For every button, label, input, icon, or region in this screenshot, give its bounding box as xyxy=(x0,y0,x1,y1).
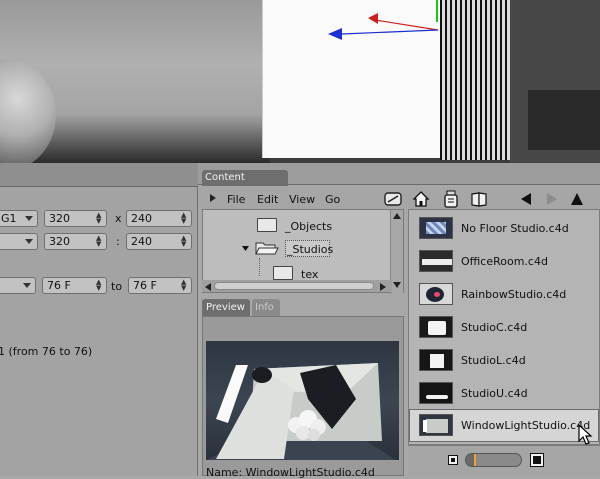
preset-library-icon[interactable] xyxy=(442,190,460,208)
stepper-icon[interactable]: ▲ ▼ xyxy=(96,279,103,292)
tab-content-browser[interactable]: Content Browser xyxy=(202,170,288,199)
width-value: 320 xyxy=(49,212,70,225)
list-item-window-light-studio[interactable]: WindowLightStudio.c4d xyxy=(409,409,599,442)
stepper-icon[interactable]: ▲ ▼ xyxy=(181,212,188,225)
resolution-preset-dropdown[interactable]: G1 xyxy=(0,210,38,227)
menu-edit[interactable]: Edit xyxy=(257,193,278,206)
ratio-separator: : xyxy=(116,235,120,248)
film-height-value: 240 xyxy=(131,235,152,248)
scroll-up-icon[interactable] xyxy=(393,213,401,219)
home-icon[interactable] xyxy=(412,190,430,208)
move-axis-gizmo-icon[interactable] xyxy=(320,8,450,48)
menu-view[interactable]: View xyxy=(289,193,315,206)
frames-summary: 1 (from 76 to 76) xyxy=(0,345,93,358)
file-label: RainbowStudio.c4d xyxy=(461,288,567,301)
file-thumbnail xyxy=(419,382,453,404)
scroll-down-icon[interactable] xyxy=(393,282,401,288)
chevron-down-icon[interactable] xyxy=(241,244,250,253)
scroll-right-icon[interactable] xyxy=(380,283,386,291)
preview-file-name: Name: WindowLightStudio.c4d xyxy=(206,466,375,479)
forward-arrow-icon[interactable] xyxy=(543,190,561,208)
width-field[interactable]: 320 ▲ ▼ xyxy=(44,210,107,227)
list-item-studio-c[interactable]: StudioC.c4d xyxy=(409,311,599,344)
units-dropdown[interactable] xyxy=(0,233,38,250)
list-item-studio-u[interactable]: StudioU.c4d xyxy=(409,377,599,410)
back-arrow-icon[interactable] xyxy=(517,190,535,208)
file-label: StudioL.c4d xyxy=(461,354,526,367)
frame-to-field[interactable]: 76 F ▲ ▼ xyxy=(128,277,192,294)
file-label: WindowLightStudio.c4d xyxy=(461,419,591,432)
folder-icon xyxy=(257,218,277,232)
film-width-value: 320 xyxy=(49,235,70,248)
frame-range-dropdown[interactable] xyxy=(0,277,36,294)
chevron-down-icon xyxy=(25,239,33,244)
file-label: No Floor Studio.c4d xyxy=(461,222,569,235)
tab-info[interactable]: Info xyxy=(252,299,280,316)
file-thumbnail xyxy=(419,283,453,305)
file-thumbnail xyxy=(419,217,453,239)
file-label: StudioU.c4d xyxy=(461,387,528,400)
list-item-studio-l[interactable]: StudioL.c4d xyxy=(409,344,599,377)
stepper-icon[interactable]: ▲ ▼ xyxy=(181,279,188,292)
open-folder-icon xyxy=(255,242,279,255)
chevron-down-icon xyxy=(23,283,31,288)
x-separator: x xyxy=(115,212,122,225)
panel-header xyxy=(0,163,198,187)
menu-file[interactable]: File xyxy=(227,193,245,206)
film-width-field[interactable]: 320 ▲ ▼ xyxy=(44,233,107,250)
tree-guide xyxy=(259,258,260,276)
scroll-left-icon[interactable] xyxy=(205,283,211,291)
tree-item-objects[interactable]: _Objects xyxy=(285,220,332,233)
file-label: StudioC.c4d xyxy=(461,321,528,334)
menu-go[interactable]: Go xyxy=(325,193,340,206)
folder-icon xyxy=(273,266,293,280)
mouse-cursor-icon xyxy=(578,424,593,445)
frame-to-value: 76 F xyxy=(133,279,157,292)
viewport-3d[interactable] xyxy=(0,0,600,163)
chevron-down-icon xyxy=(25,216,33,221)
catalog-book-icon[interactable] xyxy=(470,190,488,208)
preset-value: G1 xyxy=(1,212,17,225)
slider-handle[interactable] xyxy=(474,454,476,466)
studio-render-illustration xyxy=(206,363,396,460)
viewport-grid-object xyxy=(440,0,510,160)
to-label: to xyxy=(111,280,123,293)
slider-fill xyxy=(466,454,474,466)
list-item-rainbow-studio[interactable]: RainbowStudio.c4d xyxy=(409,278,599,311)
film-height-field[interactable]: 240 ▲ ▼ xyxy=(126,233,192,250)
frame-from-value: 76 F xyxy=(47,279,71,292)
tab-preview[interactable]: Preview xyxy=(202,299,250,316)
list-item-office-room[interactable]: OfficeRoom.c4d xyxy=(409,245,599,278)
file-thumbnail xyxy=(419,316,453,338)
height-value: 240 xyxy=(131,212,152,225)
file-label: OfficeRoom.c4d xyxy=(461,255,548,268)
list-item-no-floor-studio[interactable]: No Floor Studio.c4d xyxy=(409,212,599,245)
large-thumbnails-icon[interactable] xyxy=(530,453,544,467)
browser-menu-icon[interactable] xyxy=(208,193,218,203)
up-arrow-icon[interactable] xyxy=(568,190,586,208)
small-thumbnails-icon[interactable] xyxy=(448,455,458,465)
tree-item-studios[interactable]: _Studios xyxy=(287,243,333,256)
height-field[interactable]: 240 ▲ ▼ xyxy=(126,210,192,227)
stepper-icon[interactable]: ▲ ▼ xyxy=(181,235,188,248)
viewport-shadow xyxy=(528,90,600,150)
preview-image xyxy=(206,341,399,460)
file-thumbnail xyxy=(419,414,453,436)
file-thumbnail xyxy=(419,250,453,272)
search-icon[interactable] xyxy=(384,190,402,208)
scroll-thumb[interactable] xyxy=(214,282,374,290)
stepper-icon[interactable]: ▲ ▼ xyxy=(96,212,103,225)
file-thumbnail xyxy=(419,349,453,371)
frame-from-field[interactable]: 76 F ▲ ▼ xyxy=(42,277,107,294)
stepper-icon[interactable]: ▲ ▼ xyxy=(96,235,103,248)
